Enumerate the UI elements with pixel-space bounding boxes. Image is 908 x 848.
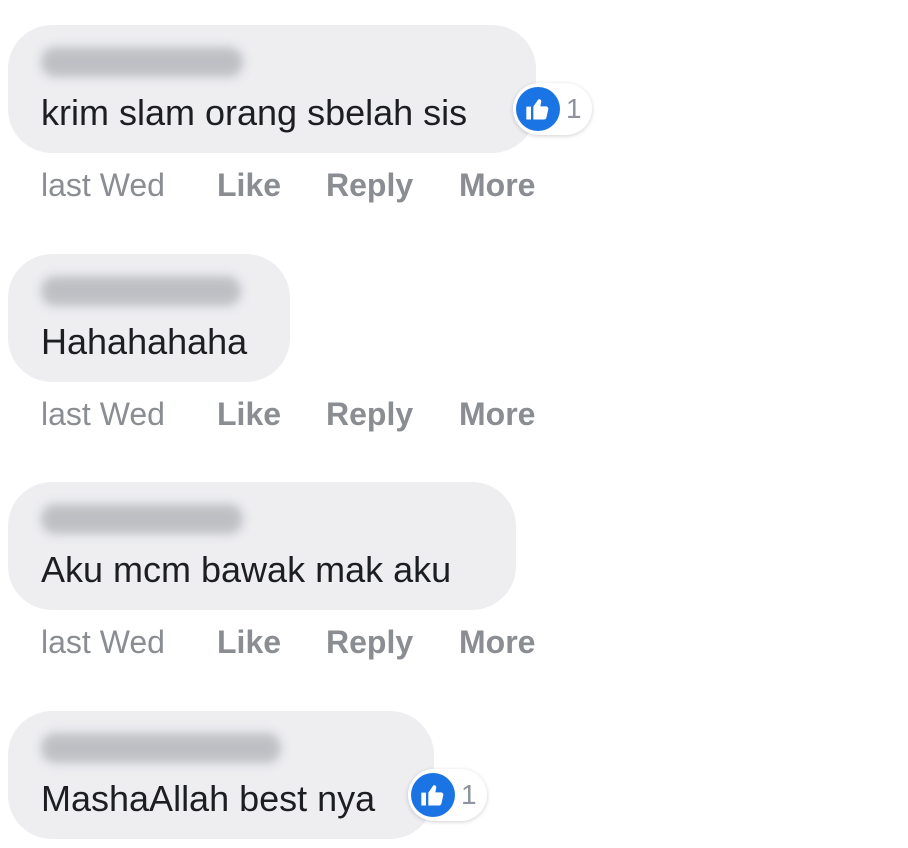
author-name-blurred[interactable] xyxy=(41,276,241,306)
comment-bubble[interactable]: Hahahahaha xyxy=(8,254,290,382)
comment-text: krim slam orang sbelah sis xyxy=(41,92,468,133)
like-button[interactable]: Like xyxy=(217,622,281,662)
comment-text: MashaAllah best nya xyxy=(41,778,376,819)
comment-bubble[interactable]: Aku mcm bawak mak aku xyxy=(8,482,516,610)
comment-3: Aku mcm bawak mak aku last Wed Like Repl… xyxy=(8,482,535,660)
author-name-blurred[interactable] xyxy=(41,47,243,77)
comment-text: Aku mcm bawak mak aku xyxy=(41,549,452,590)
comment-1: krim slam orang sbelah sis 1 last Wed Li… xyxy=(8,25,592,203)
timestamp[interactable]: last Wed xyxy=(41,622,165,662)
comment-text: Hahahahaha xyxy=(41,321,248,362)
timestamp[interactable]: last Wed xyxy=(41,165,165,205)
comment-4: MashaAllah best nya 1 xyxy=(8,711,487,839)
thumbs-up-icon xyxy=(411,773,455,817)
more-button[interactable]: More xyxy=(459,622,535,662)
reply-button[interactable]: Reply xyxy=(326,622,413,662)
reply-button[interactable]: Reply xyxy=(326,394,413,434)
reaction-count: 1 xyxy=(566,93,582,124)
comment-bubble[interactable]: MashaAllah best nya xyxy=(8,711,434,839)
comment-bubble[interactable]: krim slam orang sbelah sis xyxy=(8,25,536,153)
reply-button[interactable]: Reply xyxy=(326,165,413,205)
more-button[interactable]: More xyxy=(459,165,535,205)
comment-2: Hahahahaha last Wed Like Reply More xyxy=(8,254,535,432)
more-button[interactable]: More xyxy=(459,394,535,434)
reaction-count: 1 xyxy=(461,779,477,810)
reaction-badge[interactable]: 1 xyxy=(408,769,487,821)
like-button[interactable]: Like xyxy=(217,165,281,205)
like-button[interactable]: Like xyxy=(217,394,281,434)
author-name-blurred[interactable] xyxy=(41,733,281,763)
timestamp[interactable]: last Wed xyxy=(41,394,165,434)
author-name-blurred[interactable] xyxy=(41,504,243,534)
reaction-badge[interactable]: 1 xyxy=(513,83,592,135)
thumbs-up-icon xyxy=(516,87,560,131)
